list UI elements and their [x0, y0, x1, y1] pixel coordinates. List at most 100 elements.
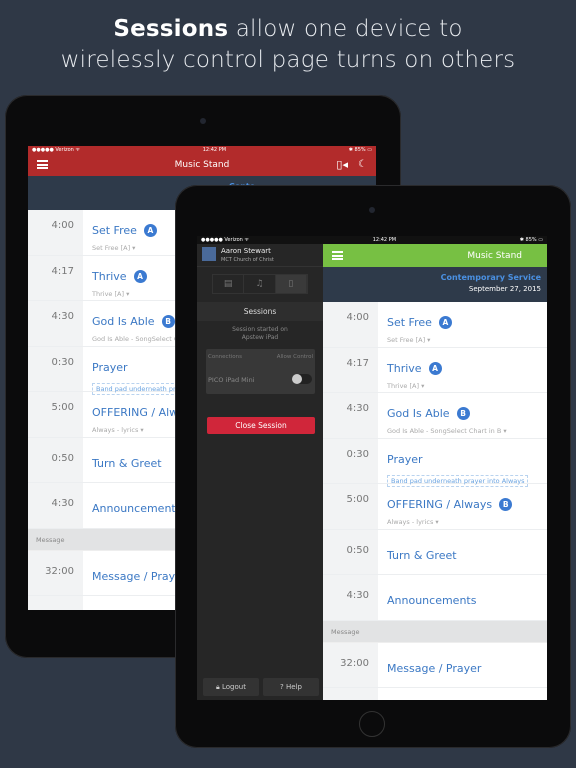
- arrangement-select[interactable]: Set Free [A] ▾: [387, 336, 547, 344]
- camera: [369, 207, 375, 213]
- item-title[interactable]: God Is Able: [387, 407, 450, 420]
- device-name: PICO iPad Mini: [208, 376, 255, 384]
- camera: [200, 118, 206, 124]
- arrangement-select[interactable]: God Is Able - SongSelect Chart in B ▾: [387, 427, 547, 435]
- setlist-row[interactable]: 0:30 Prayer Band pad underneath prayer int…: [323, 438, 547, 487]
- user-name: Aaron Stewart: [221, 247, 271, 255]
- front-ipad: ●●●●● Verizon ᯤ 12:42 PM ✱ 85% ▭ Aaron Ste…: [175, 185, 571, 748]
- carrier: ●●●●● Verizon ᯤ: [201, 237, 249, 243]
- item-duration: 4:30: [323, 393, 378, 438]
- avatar: [202, 247, 216, 261]
- setlist-row[interactable]: 4:30 Announcements: [323, 575, 547, 621]
- help-label: Help: [285, 683, 302, 691]
- item-content: OFFERING / Always B Always - lyrics ▾: [378, 484, 547, 529]
- logout-label: Logout: [222, 683, 246, 691]
- setlist-row[interactable]: 0:50 Turn & Greet: [323, 529, 547, 575]
- lock-icon: 🔒︎: [216, 683, 220, 691]
- connections-panel: Connections Allow Control PICO iPad Mini: [206, 349, 315, 394]
- item-duration: 0:50: [28, 437, 83, 482]
- org-name: MCT Church of Christ: [221, 257, 274, 263]
- item-duration: 4:17: [323, 347, 378, 392]
- item-content: [378, 688, 547, 700]
- item-duration: 4:30: [28, 483, 83, 528]
- key-badge: B: [456, 407, 470, 420]
- setlist-row[interactable]: [323, 688, 547, 700]
- connections-label: Connections: [208, 354, 242, 360]
- headline-line-1: Sessions allow one device to: [0, 16, 576, 42]
- item-title[interactable]: Turn & Greet: [92, 457, 162, 470]
- session-device-icon[interactable]: ▯◂: [336, 158, 348, 171]
- service-header: Contemporary Service September 27, 2015: [323, 267, 547, 302]
- service-date: September 27, 2015: [468, 285, 541, 293]
- arrangement-select[interactable]: Thrive [A] ▾: [387, 382, 547, 390]
- item-duration: 0:30: [323, 438, 378, 483]
- key-badge: B: [499, 498, 513, 511]
- device-icon[interactable]: ▯: [275, 275, 307, 293]
- sidebar-tabs: ▤ ♫ ▯: [212, 274, 308, 294]
- item-title[interactable]: Thrive: [92, 270, 127, 283]
- logout-button[interactable]: 🔒︎ Logout: [203, 678, 259, 696]
- item-duration: 4:17: [28, 255, 83, 300]
- item-duration: 0:50: [323, 529, 378, 574]
- night-mode-icon[interactable]: ☾: [358, 159, 367, 170]
- key-badge: B: [161, 315, 175, 328]
- item-title[interactable]: God Is Able: [92, 315, 155, 328]
- item-content: Thrive A Thrive [A] ▾: [378, 348, 547, 393]
- sessions-title: Sessions: [197, 302, 323, 321]
- battery: ✱ 85% ▭: [519, 237, 543, 243]
- app-header: Music Stand: [323, 244, 547, 267]
- service-name: Contemporary Service: [440, 273, 541, 282]
- help-icon: ?: [280, 683, 284, 691]
- item-title[interactable]: OFFERING / Always: [387, 498, 492, 511]
- headline-rest: allow one device to: [228, 16, 463, 42]
- item-title[interactable]: Message / Prayer: [387, 662, 481, 675]
- headline-bold: Sessions: [113, 16, 229, 42]
- item-title[interactable]: Prayer: [92, 361, 128, 374]
- key-badge: A: [133, 269, 147, 283]
- item-title[interactable]: Set Free: [92, 224, 137, 237]
- front-screen: ●●●●● Verizon ᯤ 12:42 PM ✱ 85% ▭ Aaron Ste…: [197, 236, 547, 700]
- item-title[interactable]: Announcements: [387, 594, 476, 607]
- menu-icon[interactable]: [332, 251, 343, 260]
- setlist-row[interactable]: 4:17 Thrive A Thrive [A] ▾: [323, 347, 547, 393]
- item-duration: 32:00: [28, 550, 83, 595]
- close-session-button[interactable]: Close Session: [207, 417, 315, 434]
- music-note-icon[interactable]: ♫: [244, 275, 276, 293]
- headline-line-2: wirelessly control page turns on others: [60, 47, 516, 73]
- item-duration: 5:00: [28, 392, 83, 437]
- app-header: Music Stand ▯◂ ☾: [28, 153, 376, 176]
- allow-control-label: Allow Control: [276, 354, 313, 360]
- item-content: Announcements: [378, 575, 547, 620]
- item-title[interactable]: Prayer: [387, 453, 423, 466]
- item-title[interactable]: Set Free: [387, 316, 432, 329]
- setlist-row[interactable]: 5:00 OFFERING / Always B Always - lyrics ▾: [323, 484, 547, 530]
- section-header: Message: [323, 620, 547, 643]
- setlist-row[interactable]: 4:30 God Is Able B God Is Able - SongSelect…: [323, 393, 547, 439]
- item-duration: [323, 688, 378, 700]
- item-title[interactable]: Turn & Greet: [387, 549, 457, 562]
- item-title[interactable]: Announcements: [92, 502, 181, 515]
- item-content: Turn & Greet: [378, 530, 547, 575]
- item-title[interactable]: Message / Prayer: [92, 570, 186, 583]
- clock: 12:42 PM: [372, 237, 397, 243]
- setlist-row[interactable]: 32:00 Message / Prayer: [323, 642, 547, 688]
- clipboard-icon[interactable]: ▤: [213, 275, 245, 293]
- key-badge: A: [143, 224, 157, 237]
- allow-control-toggle[interactable]: [292, 374, 312, 384]
- key-badge: A: [428, 361, 442, 375]
- setlist-row[interactable]: 4:00 Set Free A Set Free [A] ▾: [323, 302, 547, 348]
- app-title: Music Stand: [174, 159, 230, 170]
- item-content: God Is Able B God Is Able - SongSelect Cha…: [378, 393, 547, 438]
- item-title[interactable]: Thrive: [387, 362, 422, 375]
- home-button[interactable]: [359, 711, 385, 737]
- sidebar: Aaron Stewart MCT Church of Christ ▤ ♫ ▯…: [197, 244, 323, 700]
- app-title: Music Stand: [467, 250, 522, 261]
- session-info: Session started on Apstew iPad: [232, 326, 288, 341]
- arrangement-select[interactable]: Always - lyrics ▾: [387, 518, 547, 526]
- status-bar: ●●●●● Verizon ᯤ 12:42 PM ✱ 85% ▭: [197, 236, 547, 244]
- item-duration: 0:30: [28, 346, 83, 391]
- menu-icon[interactable]: [37, 160, 48, 169]
- help-button[interactable]: ? Help: [263, 678, 319, 696]
- item-duration: 4:30: [323, 575, 378, 620]
- setlist: 4:00 Set Free A Set Free [A] ▾ 4:17 Thrive A Th…: [323, 302, 547, 700]
